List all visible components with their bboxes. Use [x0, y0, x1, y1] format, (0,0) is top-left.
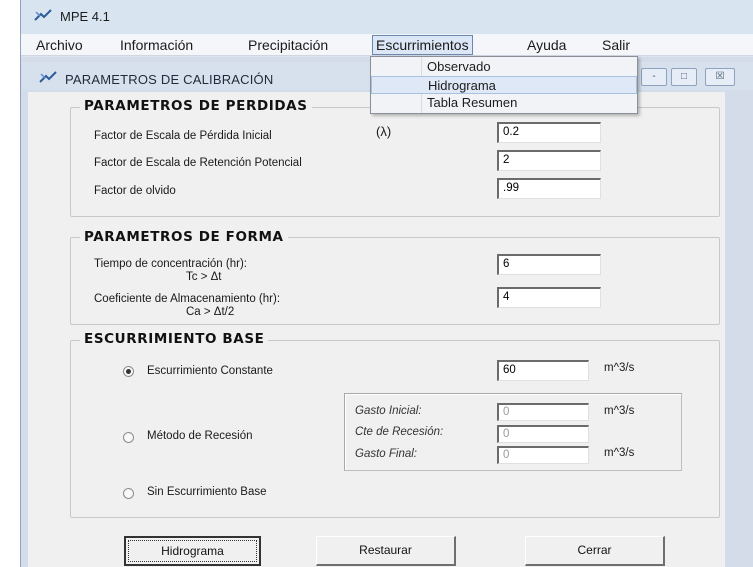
close-button[interactable]: ☒	[705, 68, 735, 86]
forma-group	[70, 237, 720, 325]
maximize-button[interactable]: □	[671, 68, 697, 86]
gasto-inicial-label: Gasto Inicial:	[355, 405, 422, 417]
menu-ayuda[interactable]: Ayuda	[527, 37, 566, 53]
app-title-bar	[21, 0, 753, 34]
gasto-inicial-input[interactable]: 0	[497, 403, 589, 421]
lambda-symbol: (λ)	[376, 124, 392, 139]
ca-input[interactable]: 4	[497, 287, 601, 308]
sin-base-radio[interactable]	[123, 488, 134, 499]
dialog-icon	[38, 70, 58, 86]
menu-salir[interactable]: Salir	[602, 37, 630, 53]
menu-informacion[interactable]: Información	[120, 37, 193, 53]
restaurar-button[interactable]: Restaurar	[316, 536, 456, 566]
retencion-potencial-label: Factor de Escala de Retención Potencial	[94, 157, 302, 169]
cerrar-button[interactable]: Cerrar	[525, 536, 665, 566]
dialog-title: PARAMETROS DE CALIBRACIÓN	[65, 72, 274, 87]
perdida-inicial-input[interactable]: 0.2	[497, 122, 601, 143]
cte-recesion-input[interactable]: 0	[497, 425, 589, 443]
constante-radio[interactable]	[123, 366, 134, 377]
dropdown-observado[interactable]: Observado	[371, 58, 637, 76]
tc-label: Tiempo de concentración (hr):	[94, 258, 247, 270]
constante-label[interactable]: Escurrimiento Constante	[147, 365, 273, 377]
perdida-inicial-label: Factor de Escala de Pérdida Inicial	[94, 130, 272, 142]
cte-recesion-label: Cte de Recesión:	[355, 426, 444, 438]
constante-unit: m^3/s	[604, 362, 635, 374]
minimize-button[interactable]: -	[641, 68, 667, 86]
dropdown-tabla-resumen[interactable]: Tabla Resumen	[371, 94, 637, 112]
sin-base-label[interactable]: Sin Escurrimiento Base	[147, 486, 267, 498]
dropdown-hidrograma[interactable]: Hidrograma	[371, 76, 637, 94]
gasto-final-unit: m^3/s	[604, 447, 635, 459]
ca-sublabel: Ca > Δt/2	[186, 306, 235, 318]
escurrimientos-dropdown: Observado Hidrograma Tabla Resumen	[370, 56, 638, 114]
menu-escurrimientos[interactable]: Escurrimientos	[372, 35, 473, 55]
menu-precipitacion[interactable]: Precipitación	[248, 37, 328, 53]
ca-label: Coeficiente de Almacenamiento (hr):	[94, 293, 281, 305]
factor-olvido-label: Factor de olvido	[94, 185, 176, 197]
constante-input[interactable]: 60	[497, 360, 589, 381]
recesion-label[interactable]: Método de Recesión	[147, 430, 252, 442]
retencion-potencial-input[interactable]: 2	[497, 150, 601, 171]
tc-input[interactable]: 6	[497, 254, 601, 275]
perdidas-title: PARAMETROS DE PERDIDAS	[80, 98, 312, 114]
gasto-final-label: Gasto Final:	[355, 448, 417, 460]
forma-title: PARAMETROS DE FORMA	[80, 229, 288, 245]
factor-olvido-input[interactable]: .99	[497, 178, 601, 199]
gasto-final-input[interactable]: 0	[497, 446, 589, 464]
gasto-inicial-unit: m^3/s	[604, 405, 635, 417]
app-icon	[33, 8, 53, 24]
base-title: ESCURRIMIENTO BASE	[80, 331, 269, 347]
menu-archivo[interactable]: Archivo	[36, 37, 83, 53]
tc-sublabel: Tc > Δt	[186, 271, 222, 283]
recesion-radio[interactable]	[123, 432, 134, 443]
hidrograma-button[interactable]: Hidrograma	[124, 536, 261, 566]
app-title: MPE 4.1	[60, 9, 110, 24]
